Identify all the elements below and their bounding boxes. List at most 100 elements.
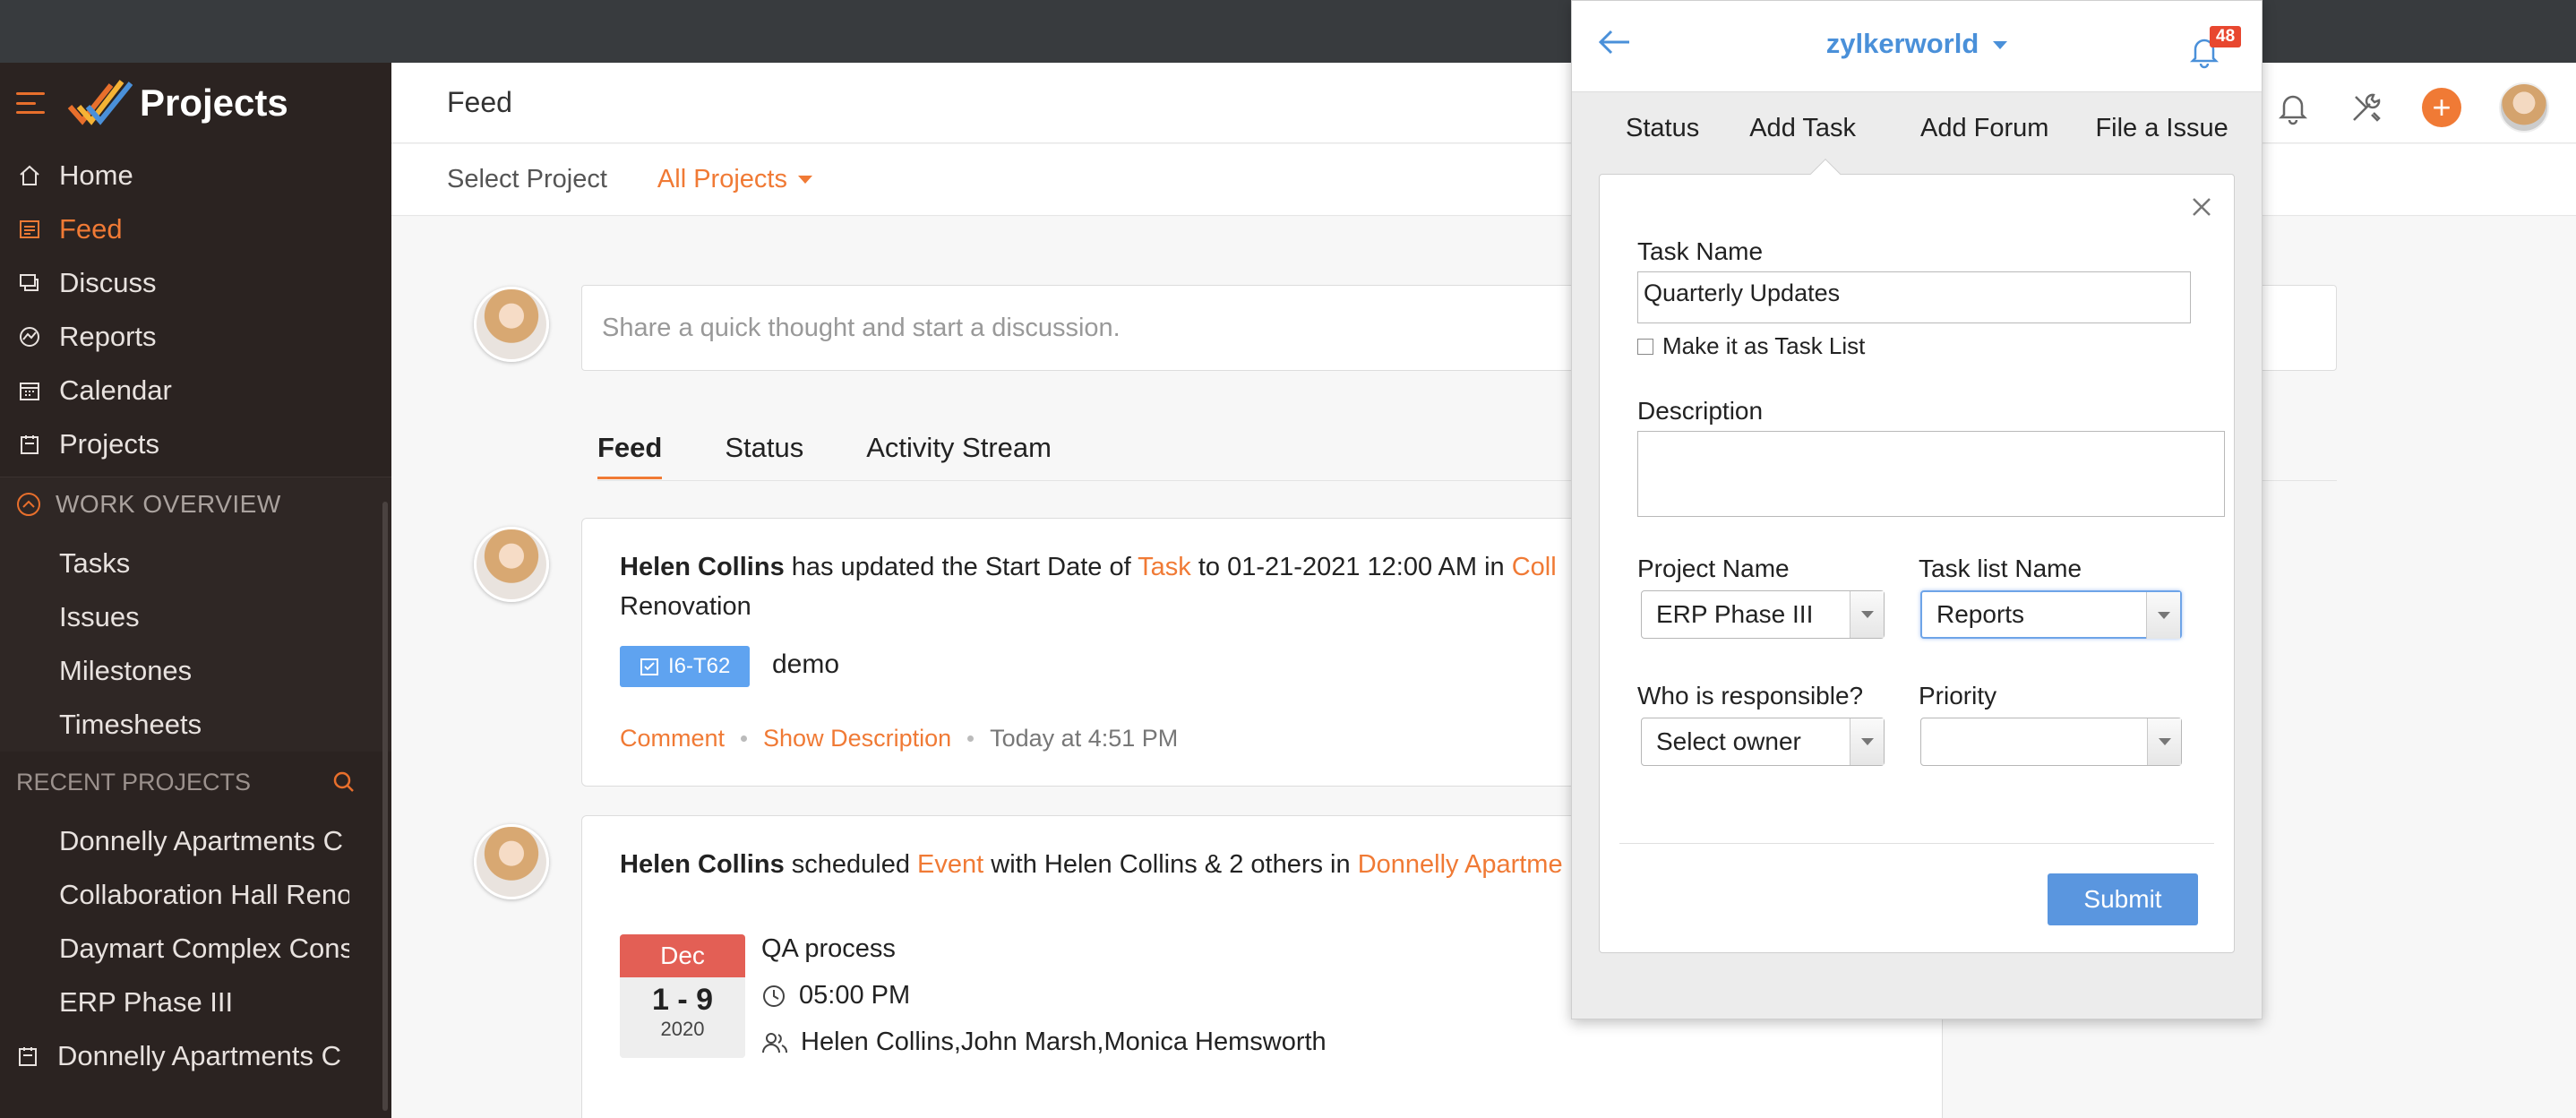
tab-status[interactable]: Status	[725, 432, 803, 479]
event-time-text: 05:00 PM	[799, 981, 911, 1010]
reports-icon	[18, 325, 41, 348]
add-icon[interactable]: +	[2422, 88, 2461, 127]
separator-dot	[741, 735, 748, 742]
quick-add-popup: zylkerworld 48 Status Add Task Add Forum…	[1571, 0, 2263, 1019]
nav-label: Reports	[59, 321, 157, 352]
select-project-label: Select Project	[447, 165, 607, 194]
project-link[interactable]: Coll	[1512, 553, 1557, 581]
app-title: Projects	[140, 82, 288, 124]
event-title[interactable]: QA process	[761, 934, 896, 964]
project-link[interactable]: Donnelly Apartme	[1358, 850, 1563, 879]
nav-item-discuss[interactable]: Discuss	[0, 256, 391, 310]
tab-add-task[interactable]: Add Task	[1735, 114, 1870, 143]
description-textarea[interactable]	[1637, 431, 2225, 517]
chevron-down-icon	[1993, 41, 2008, 50]
feed-card-headline: Helen Collins has updated the Start Date…	[620, 553, 1557, 582]
priority-select[interactable]	[1920, 718, 2182, 766]
popup-tabs: Status Add Task Add Forum File a Issue	[1572, 114, 2263, 143]
recent-project-item[interactable]: ERP Phase III	[0, 976, 349, 1029]
org-switcher[interactable]: zylkerworld	[1572, 28, 2262, 60]
tools-icon[interactable]	[2348, 90, 2384, 125]
user-name[interactable]: Helen Collins	[620, 850, 785, 879]
close-icon[interactable]	[2189, 194, 2214, 219]
feed-card-headline: Helen Collins scheduled Event with Helen…	[620, 850, 1563, 880]
task-name[interactable]: demo	[772, 649, 839, 680]
recent-projects-header: RECENT PROJECTS	[0, 755, 391, 809]
nav-item-home[interactable]: Home	[0, 149, 391, 202]
event-link[interactable]: Event	[917, 850, 983, 879]
task-list-name-label: Task list Name	[1919, 555, 2082, 582]
hamburger-icon[interactable]	[16, 92, 45, 114]
comment-link[interactable]: Comment	[620, 725, 725, 752]
recent-project-item[interactable]: Donnelly Apartments C	[0, 1029, 349, 1083]
event-attendees: Helen Collins,John Marsh,Monica Hemswort…	[761, 1028, 1327, 1057]
dropdown-arrow-icon	[1850, 718, 1884, 765]
avatar	[474, 527, 549, 602]
nav-label: Projects	[59, 428, 159, 460]
select-value: Select owner	[1656, 727, 1801, 755]
clock-icon	[763, 985, 785, 1007]
search-icon[interactable]	[332, 770, 356, 794]
submit-button[interactable]: Submit	[2048, 873, 2198, 925]
priority-label: Priority	[1919, 682, 1997, 710]
brand: Projects	[0, 63, 391, 143]
nav-item-projects[interactable]: Projects	[0, 417, 391, 471]
tab-feed[interactable]: Feed	[597, 432, 663, 479]
event-year: 2020	[660, 1018, 705, 1040]
nav-label: Discuss	[59, 267, 157, 298]
recent-project-item[interactable]: Donnelly Apartments C	[0, 814, 349, 868]
project-filter-dropdown[interactable]: All Projects	[657, 165, 812, 194]
owner-select[interactable]: Select owner	[1641, 718, 1885, 766]
task-id-badge[interactable]: I6-T62	[620, 646, 751, 687]
feed-text: has updated the Start Date of	[784, 553, 1138, 581]
separator-dot	[967, 735, 975, 742]
work-overview-toggle[interactable]: WORK OVERVIEW	[0, 477, 391, 531]
nav-label: Home	[59, 159, 133, 191]
select-value: Reports	[1936, 600, 2025, 628]
task-list-select[interactable]: Reports	[1920, 590, 2182, 639]
project-link[interactable]: Renovation	[620, 592, 751, 622]
nav-item-feed[interactable]: Feed	[0, 202, 391, 256]
calendar-icon	[18, 379, 41, 402]
event-title-text: QA process	[761, 934, 896, 963]
checkbox-box[interactable]	[1637, 338, 1653, 355]
attendees-text: Helen Collins,John Marsh,Monica Hemswort…	[801, 1028, 1327, 1056]
feed-text: with Helen Collins & 2 others in	[983, 850, 1358, 879]
tab-status[interactable]: Status	[1611, 114, 1713, 143]
sidebar-scrollbar[interactable]	[382, 502, 388, 1111]
avatar	[474, 824, 549, 899]
feed-card-meta: Comment Show Description Today at 4:51 P…	[620, 725, 1178, 752]
feed-text: scheduled	[784, 850, 918, 879]
nav-item-tasks[interactable]: Tasks	[0, 537, 391, 590]
project-name-label: Project Name	[1637, 555, 1790, 582]
bell-icon[interactable]	[2275, 90, 2311, 125]
users-icon	[762, 1032, 787, 1053]
nav-item-reports[interactable]: Reports	[0, 310, 391, 364]
task-name-input[interactable]: Quarterly Updates	[1637, 271, 2191, 323]
task-link[interactable]: Task	[1138, 553, 1191, 581]
chevron-down-icon	[797, 176, 812, 184]
page-title: Feed	[447, 86, 512, 118]
project-name-select[interactable]: ERP Phase III	[1641, 590, 1885, 639]
feed-tabs: Feed Status Activity Stream	[597, 432, 1052, 479]
user-name[interactable]: Helen Collins	[620, 553, 785, 581]
nav-item-calendar[interactable]: Calendar	[0, 364, 391, 417]
show-description-link[interactable]: Show Description	[763, 725, 951, 752]
nav-item-milestones[interactable]: Milestones	[0, 644, 391, 698]
feed-text: to 01-21-2021 12:00 AM in	[1190, 553, 1512, 581]
recent-projects-list: Donnelly Apartments C Collaboration Hall…	[0, 814, 391, 1083]
recent-project-item[interactable]: Collaboration Hall Reno	[0, 868, 349, 922]
nav-item-issues[interactable]: Issues	[0, 590, 391, 644]
owner-label: Who is responsible?	[1637, 682, 1864, 710]
user-avatar[interactable]	[2499, 82, 2549, 133]
org-name: zylkerworld	[1825, 28, 1979, 59]
tab-file-issue[interactable]: File a Issue	[2081, 114, 2242, 143]
tab-add-forum[interactable]: Add Forum	[1906, 114, 2063, 143]
tab-activity-stream[interactable]: Activity Stream	[866, 432, 1052, 479]
task-list-checkbox[interactable]: Make it as Task List	[1637, 332, 1865, 360]
projects-icon	[18, 433, 41, 456]
project-filter-value: All Projects	[657, 165, 787, 194]
nav-item-timesheets[interactable]: Timesheets	[0, 698, 391, 752]
recent-project-item[interactable]: Daymart Complex Cons	[0, 922, 349, 976]
select-value: ERP Phase III	[1656, 600, 1814, 628]
